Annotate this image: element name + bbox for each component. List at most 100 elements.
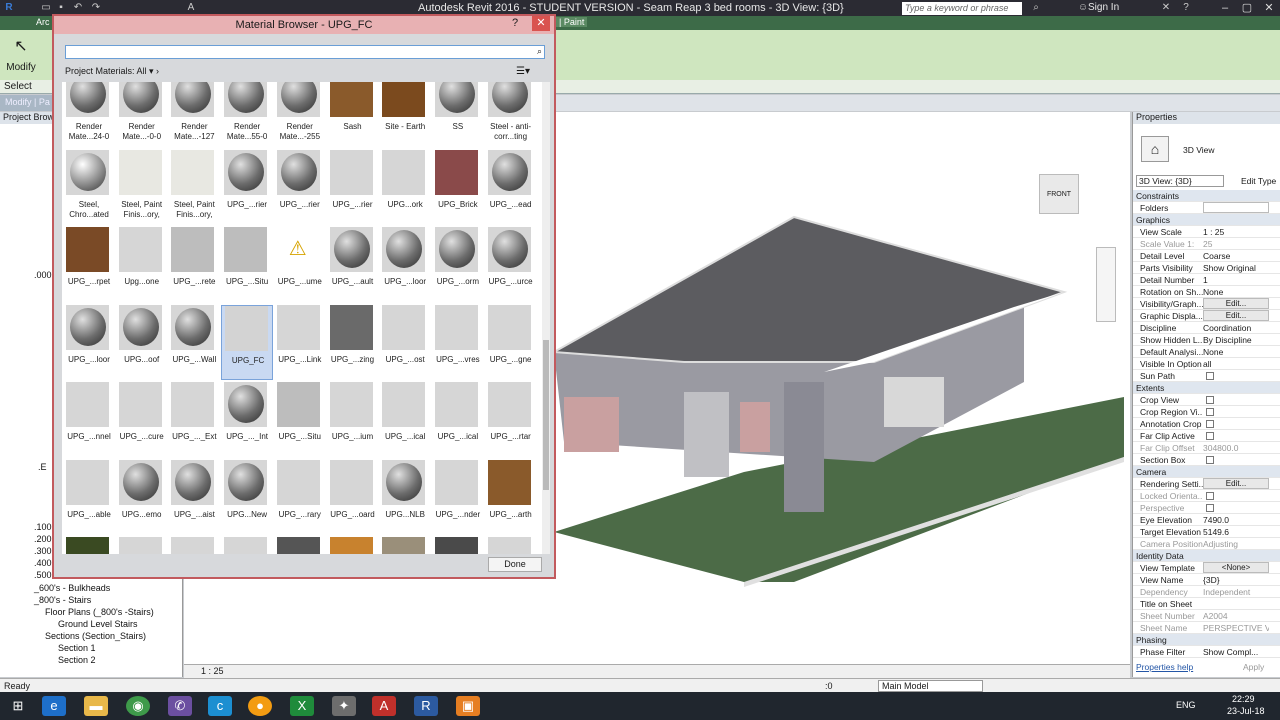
material-tile[interactable]: UPG_...Link <box>274 304 326 380</box>
material-tile[interactable]: UPG_...ead <box>485 149 537 225</box>
material-tile[interactable]: Render Mate...55-0 <box>221 82 273 147</box>
material-tile[interactable] <box>432 537 484 554</box>
material-tile[interactable]: ⚠ UPG_...ume <box>274 227 326 302</box>
material-tile[interactable]: Upg...one <box>116 227 168 302</box>
material-tile[interactable]: UPG_...loor <box>379 227 431 302</box>
project-materials-filter[interactable]: Project Materials: All ▾ › <box>65 66 159 77</box>
property-checkbox[interactable] <box>1206 420 1214 428</box>
property-value[interactable]: 5149.6 <box>1203 527 1269 537</box>
property-checkbox[interactable] <box>1206 456 1214 464</box>
material-tile[interactable]: UPG_..._Int <box>221 382 273 457</box>
material-tile[interactable]: UPG_..._Ext <box>168 382 220 457</box>
material-tile[interactable] <box>327 537 379 554</box>
properties-help-link[interactable]: Properties help <box>1136 662 1193 672</box>
tab-modify-paint[interactable]: | Paint <box>556 17 588 27</box>
viewcube[interactable]: FRONT <box>1039 174 1079 214</box>
close-window-button[interactable]: ✕ <box>1258 0 1280 16</box>
ie-icon[interactable]: e <box>42 696 66 716</box>
tree-node[interactable]: _800's - Stairs <box>34 595 91 605</box>
save-icon[interactable]: ▪ <box>55 2 67 14</box>
material-tile[interactable] <box>221 537 273 554</box>
property-checkbox[interactable] <box>1206 396 1214 404</box>
property-value[interactable]: 7490.0 <box>1203 515 1269 525</box>
material-tile[interactable]: UPG_Brick <box>432 149 484 225</box>
help-search-input[interactable]: Type a keyword or phrase <box>902 2 1022 15</box>
material-tile[interactable]: UPG_...rier <box>274 149 326 225</box>
property-section[interactable]: Phasing <box>1133 634 1280 646</box>
material-tile[interactable]: UPG_...cure <box>116 382 168 457</box>
material-tile[interactable]: UPG_...vres <box>432 304 484 380</box>
property-value[interactable]: {3D} <box>1203 575 1269 585</box>
folder-icon[interactable]: ▬ <box>84 696 108 716</box>
select-dropdown[interactable]: Select <box>4 81 32 92</box>
property-value[interactable]: Show Compl... <box>1203 647 1269 657</box>
material-tile[interactable]: UPG_...gne <box>485 304 537 380</box>
material-tile[interactable] <box>116 537 168 554</box>
property-checkbox[interactable] <box>1206 408 1214 416</box>
settings-app-icon[interactable]: ✦ <box>332 696 356 716</box>
scroll-thumb[interactable] <box>543 340 549 490</box>
material-tile[interactable]: UPG_...arth <box>485 459 537 535</box>
property-input[interactable] <box>1203 202 1269 213</box>
tree-node[interactable]: .400 <box>34 558 52 568</box>
material-tile[interactable]: Sash <box>327 82 379 147</box>
property-value[interactable]: 1 : 25 <box>1203 227 1269 237</box>
property-section[interactable]: Extents <box>1133 382 1280 394</box>
autocad-icon[interactable]: A <box>372 696 396 716</box>
navigation-bar[interactable] <box>1096 247 1116 322</box>
tab-architecture[interactable]: Arc <box>36 17 50 27</box>
workset-dropdown[interactable]: Main Model <box>878 680 983 692</box>
material-tile[interactable]: SS <box>432 82 484 147</box>
property-value[interactable]: By Discipline <box>1203 335 1269 345</box>
tree-node[interactable]: Section 1 <box>58 643 96 653</box>
open-icon[interactable]: ▭ <box>40 2 52 14</box>
material-tile[interactable]: UPG_...Wall <box>168 304 220 380</box>
chrome-icon[interactable]: ◉ <box>126 696 150 716</box>
material-tile[interactable]: UPG_...Situ <box>274 382 326 457</box>
property-edit-button[interactable]: <None> <box>1203 562 1269 573</box>
material-tile[interactable]: Render Mate...-255 <box>274 82 326 147</box>
material-tile[interactable]: Steel, Paint Finis...ory, <box>168 149 220 225</box>
material-tile[interactable]: UPG_...rpet <box>63 227 115 302</box>
property-section[interactable]: Camera <box>1133 466 1280 478</box>
material-tile[interactable] <box>168 537 220 554</box>
material-tile[interactable]: UPG...emo <box>116 459 168 535</box>
property-value[interactable]: 25 <box>1203 239 1269 249</box>
material-tile[interactable]: UPG_...urce <box>485 227 537 302</box>
material-tile[interactable]: UPG_...ical <box>432 382 484 457</box>
done-button[interactable]: Done <box>488 557 542 572</box>
property-edit-button[interactable]: Edit... <box>1203 478 1269 489</box>
exchange-icon[interactable]: ✕ <box>1160 2 1172 14</box>
material-tile[interactable]: Steel - anti-corr...ting <box>485 82 537 147</box>
materials-scrollbar[interactable] <box>542 82 550 554</box>
material-tile[interactable]: UPG...New <box>221 459 273 535</box>
help-icon[interactable]: ? <box>1180 2 1192 14</box>
clock-time[interactable]: 22:29 <box>1232 694 1255 704</box>
material-tile[interactable]: UPG_...loor <box>63 304 115 380</box>
material-tile[interactable]: Render Mate...-0-0 <box>116 82 168 147</box>
material-tile[interactable] <box>485 537 537 554</box>
material-tile[interactable]: UPG...oof <box>116 304 168 380</box>
revit-logo-icon[interactable]: R <box>2 2 16 14</box>
tree-node[interactable]: .200 <box>34 534 52 544</box>
material-tile[interactable]: Steel, Paint Finis...ory, <box>116 149 168 225</box>
maximize-button[interactable]: ▢ <box>1236 0 1258 16</box>
material-tile[interactable]: UPG_...orm <box>432 227 484 302</box>
material-tile[interactable]: UPG_...ost <box>379 304 431 380</box>
view-scale-label[interactable]: 1 : 25 <box>201 666 224 676</box>
material-tile[interactable]: UPG_...zing <box>327 304 379 380</box>
material-tile[interactable]: UPG_...rary <box>274 459 326 535</box>
text-icon[interactable]: A <box>185 2 197 14</box>
tree-node[interactable]: .100 <box>34 522 52 532</box>
instance-selector[interactable]: 3D View: {3D} <box>1136 175 1224 187</box>
material-search-input[interactable]: ⌕ <box>65 45 545 59</box>
material-tile[interactable] <box>274 537 326 554</box>
help-icon[interactable]: ? <box>512 17 518 29</box>
material-tile[interactable]: UPG_...ault <box>327 227 379 302</box>
property-value[interactable]: Coordination <box>1203 323 1269 333</box>
material-tile[interactable]: Steel, Chro...ated <box>63 149 115 225</box>
language-indicator[interactable]: ENG <box>1176 700 1196 710</box>
material-tile[interactable]: UPG_...nnel <box>63 382 115 457</box>
windows-start-icon[interactable]: ⊞ <box>6 696 30 716</box>
property-value[interactable]: None <box>1203 347 1269 357</box>
